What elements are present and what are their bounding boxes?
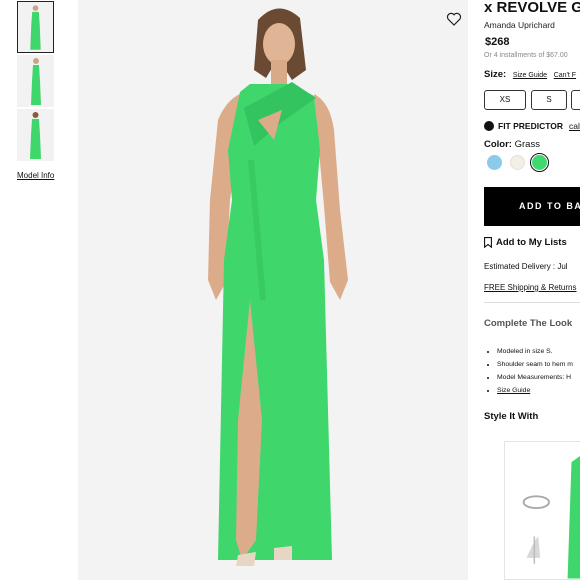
product-title: x REVOLVE Gil [484,0,580,16]
product-panel: x REVOLVE Gil Amanda Uprichard $268 Or 4… [484,0,580,580]
thumbnail-side[interactable] [17,55,54,107]
color-row: Color: Grass [484,139,540,150]
main-product-image[interactable] [78,0,468,580]
heart-icon[interactable] [446,11,462,27]
fit-predictor-label: FIT PREDICTOR [498,121,564,131]
color-label: Color: [484,139,512,150]
color-value: Grass [514,139,540,150]
size-label: Size: [484,69,507,80]
thumbnail-side-image [17,55,54,107]
fit-predictor-icon [484,121,494,131]
fit-predictor[interactable]: FIT PREDICTOR calc [484,121,580,131]
size-button-next[interactable] [571,90,580,110]
thumbnail-back[interactable] [17,109,54,161]
size-button-s[interactable]: S [531,90,567,110]
thumbnail-front-image [18,2,53,52]
size-guide-link[interactable]: Size Guide [513,72,547,79]
installments-note: Or 4 installments of $67.00 [484,52,568,59]
product-price: $268 [485,36,510,48]
swatch-ivory[interactable] [510,155,525,170]
thumbnail-front[interactable] [17,1,54,53]
model-info-link[interactable]: Model Info [17,171,54,180]
swatch-light-blue[interactable] [487,155,502,170]
swatch-grass[interactable] [532,155,547,170]
size-row: Size: Size Guide Can't F [484,69,576,80]
cant-find-size-link[interactable]: Can't F [554,72,576,79]
size-button-xs[interactable]: XS [484,90,526,110]
thumbnail-back-image [17,109,54,161]
fit-predictor-link[interactable]: calc [569,121,580,131]
model-dress-illustration [78,0,468,580]
designer-name[interactable]: Amanda Uprichard [484,20,555,30]
